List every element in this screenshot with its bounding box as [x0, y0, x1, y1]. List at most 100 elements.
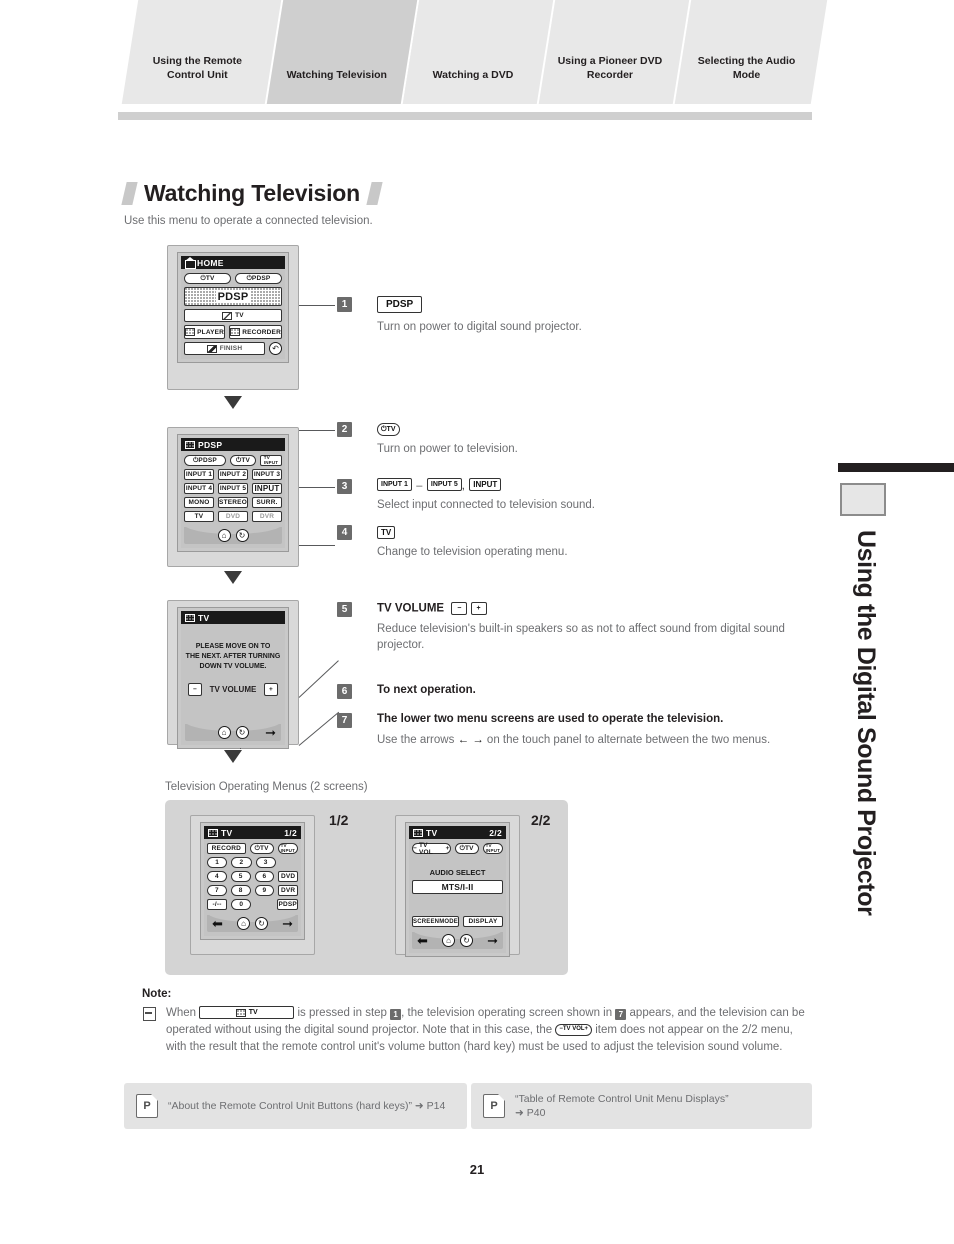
btn-num-4[interactable]: 4 — [207, 871, 227, 882]
screen-navbar: ⬅ ⌂ ↻ ➞ — [412, 929, 503, 949]
btn-dvd[interactable]: DVD — [278, 871, 298, 882]
btn-input1[interactable]: INPUT 1 — [184, 469, 214, 480]
menus-section-label: Television Operating Menus (2 screens) — [165, 781, 368, 793]
key-input-1[interactable]: INPUT 1 — [377, 478, 412, 492]
btn-num-1[interactable]: 1 — [207, 857, 228, 868]
step-badge-4: 4 — [337, 525, 352, 540]
connector-step-7 — [240, 748, 241, 749]
btn-input3[interactable]: INPUT 3 — [252, 469, 282, 480]
btn-num-6[interactable]: 6 — [254, 871, 275, 882]
key-volume-down[interactable]: − — [451, 602, 468, 615]
btn-input[interactable]: INPUT — [252, 483, 282, 494]
page-reference-icon: P — [483, 1094, 505, 1118]
btn-next-page-icon[interactable]: ➞ — [265, 726, 276, 739]
btn-input5[interactable]: INPUT 5 — [218, 483, 248, 494]
key-volume-up[interactable]: + — [470, 602, 487, 615]
btn-return-icon[interactable]: ↻ — [235, 726, 249, 739]
btn-volume-down[interactable]: − — [188, 683, 202, 696]
btn-pdsp-power[interactable]: ⏻ PDSP — [235, 273, 282, 284]
key-pdsp[interactable]: PDSP — [377, 296, 423, 314]
btn-prev-page-icon[interactable]: ⬅ — [212, 917, 223, 930]
exit-icon — [206, 344, 217, 353]
tv-icon — [235, 1008, 246, 1017]
btn-tv[interactable]: TV — [184, 511, 214, 522]
tab-watching-television[interactable]: Watching Television — [266, 0, 420, 104]
btn-num-9[interactable]: 9 — [254, 885, 275, 896]
btn-pdsp-power[interactable]: ⏻ PDSP — [184, 455, 226, 466]
btn-finish[interactable]: FINISH — [184, 342, 265, 355]
btn-dash[interactable]: -/-- — [207, 899, 228, 910]
btn-num-8[interactable]: 8 — [230, 885, 251, 896]
btn-num-5[interactable]: 5 — [230, 871, 251, 882]
btn-volume-up[interactable]: + — [264, 683, 278, 696]
btn-home-icon[interactable]: ⌂ — [217, 726, 231, 739]
btn-pdsp[interactable]: PDSP — [277, 899, 298, 910]
btn-recorder[interactable]: RECORDER — [229, 325, 282, 339]
btn-screen-mode[interactable]: SCREENMODE — [412, 916, 460, 927]
btn-return-icon[interactable]: ↻ — [235, 529, 249, 542]
key-tv-power[interactable]: ⏻ TV — [377, 423, 400, 437]
tab-selecting-the-audio-mode[interactable]: Selecting the Audio Mode — [674, 0, 828, 104]
btn-dvr[interactable]: DVR — [252, 511, 282, 522]
btn-home-icon[interactable]: ⌂ — [237, 917, 250, 930]
screen-page-indicator: 2/2 — [489, 827, 502, 838]
key-tv-vol[interactable]: − TV VOL + — [555, 1023, 593, 1036]
btn-home-icon[interactable]: ⌂ — [442, 934, 455, 947]
btn-back[interactable]: ↶ — [269, 342, 282, 355]
tv-icon — [413, 828, 423, 837]
tab-using-a-pioneer-dvd-recorder[interactable]: Using a Pioneer DVD Recorder — [538, 0, 692, 104]
btn-return-icon[interactable]: ↻ — [255, 917, 268, 930]
audio-select-label: AUDIO SELECT — [429, 868, 486, 877]
btn-home-icon[interactable]: ⌂ — [217, 529, 231, 542]
btn-prev-page-icon[interactable]: ⬅ — [417, 934, 428, 947]
btn-tv-power[interactable]: ⏻ TV — [454, 843, 479, 854]
btn-surround[interactable]: SURR. — [252, 497, 282, 508]
key-tv-wide[interactable]: TV — [199, 1006, 295, 1020]
step-badge-7: 7 — [337, 713, 352, 728]
btn-tv[interactable]: TV — [184, 309, 282, 322]
reference-box-2[interactable]: P “Table of Remote Control Unit Menu Dis… — [471, 1083, 812, 1129]
btn-return-icon[interactable]: ↻ — [460, 934, 473, 947]
btn-tv-input[interactable]: TV INPUT — [260, 455, 282, 466]
btn-num-2[interactable]: 2 — [231, 857, 252, 868]
btn-stereo[interactable]: STEREO — [218, 497, 248, 508]
btn-dvd[interactable]: DVD — [218, 511, 248, 522]
tab-using-the-remote-control-unit[interactable]: Using the Remote Control Unit — [121, 0, 284, 104]
key-tv[interactable]: TV — [377, 526, 396, 540]
btn-dvr[interactable]: DVR — [278, 885, 298, 896]
title-slash-left-icon — [121, 182, 138, 205]
screen-navbar: ⌂ ↻ ➞ — [185, 721, 281, 741]
btn-input4[interactable]: INPUT 4 — [184, 483, 214, 494]
btn-next-page-icon[interactable]: ➞ — [282, 917, 293, 930]
key-input-5[interactable]: INPUT 5 — [426, 478, 462, 492]
btn-input2[interactable]: INPUT 2 — [218, 469, 248, 480]
screen-titlebar: TV 2/2 — [409, 826, 506, 839]
title-slash-right-icon — [366, 182, 383, 205]
btn-record[interactable]: RECORD — [207, 843, 246, 854]
step-4-text: Change to television operating menu. — [377, 546, 568, 558]
tab-watching-a-dvd[interactable]: Watching a DVD — [402, 0, 556, 104]
btn-mono[interactable]: MONO — [184, 497, 214, 508]
btn-num-3[interactable]: 3 — [255, 857, 276, 868]
btn-next-page-icon[interactable]: ➞ — [487, 934, 498, 947]
btn-display[interactable]: DISPLAY — [463, 916, 503, 927]
key-input[interactable]: INPUT — [469, 478, 502, 492]
btn-tv-power[interactable]: ⏻ TV — [249, 843, 274, 854]
btn-audio-select-value[interactable]: MTS/I-II — [412, 880, 503, 894]
btn-player[interactable]: PLAYER — [184, 325, 226, 339]
btn-tv-input[interactable]: TV INPUT — [482, 843, 503, 854]
screen-titlebar: PDSP — [181, 438, 285, 451]
btn-tv-volume[interactable]: − TV VOL + — [412, 842, 451, 856]
home-icon — [185, 257, 196, 269]
btn-tv-power[interactable]: ⏻ TV — [184, 273, 231, 284]
menu-1-page-badge: 1/2 — [329, 812, 349, 828]
btn-tv-input[interactable]: TV INPUT — [277, 843, 298, 854]
btn-num-0[interactable]: 0 — [231, 899, 252, 910]
reference-box-1[interactable]: P “About the Remote Control Unit Buttons… — [124, 1083, 467, 1129]
btn-tv-power[interactable]: ⏻ TV — [230, 455, 256, 466]
disc-icon — [185, 328, 196, 336]
note-icon — [143, 1007, 156, 1021]
btn-num-7[interactable]: 7 — [207, 885, 227, 896]
tab-label: Watching Television — [286, 69, 387, 81]
btn-pdsp-main[interactable]: PDSP — [184, 287, 282, 306]
